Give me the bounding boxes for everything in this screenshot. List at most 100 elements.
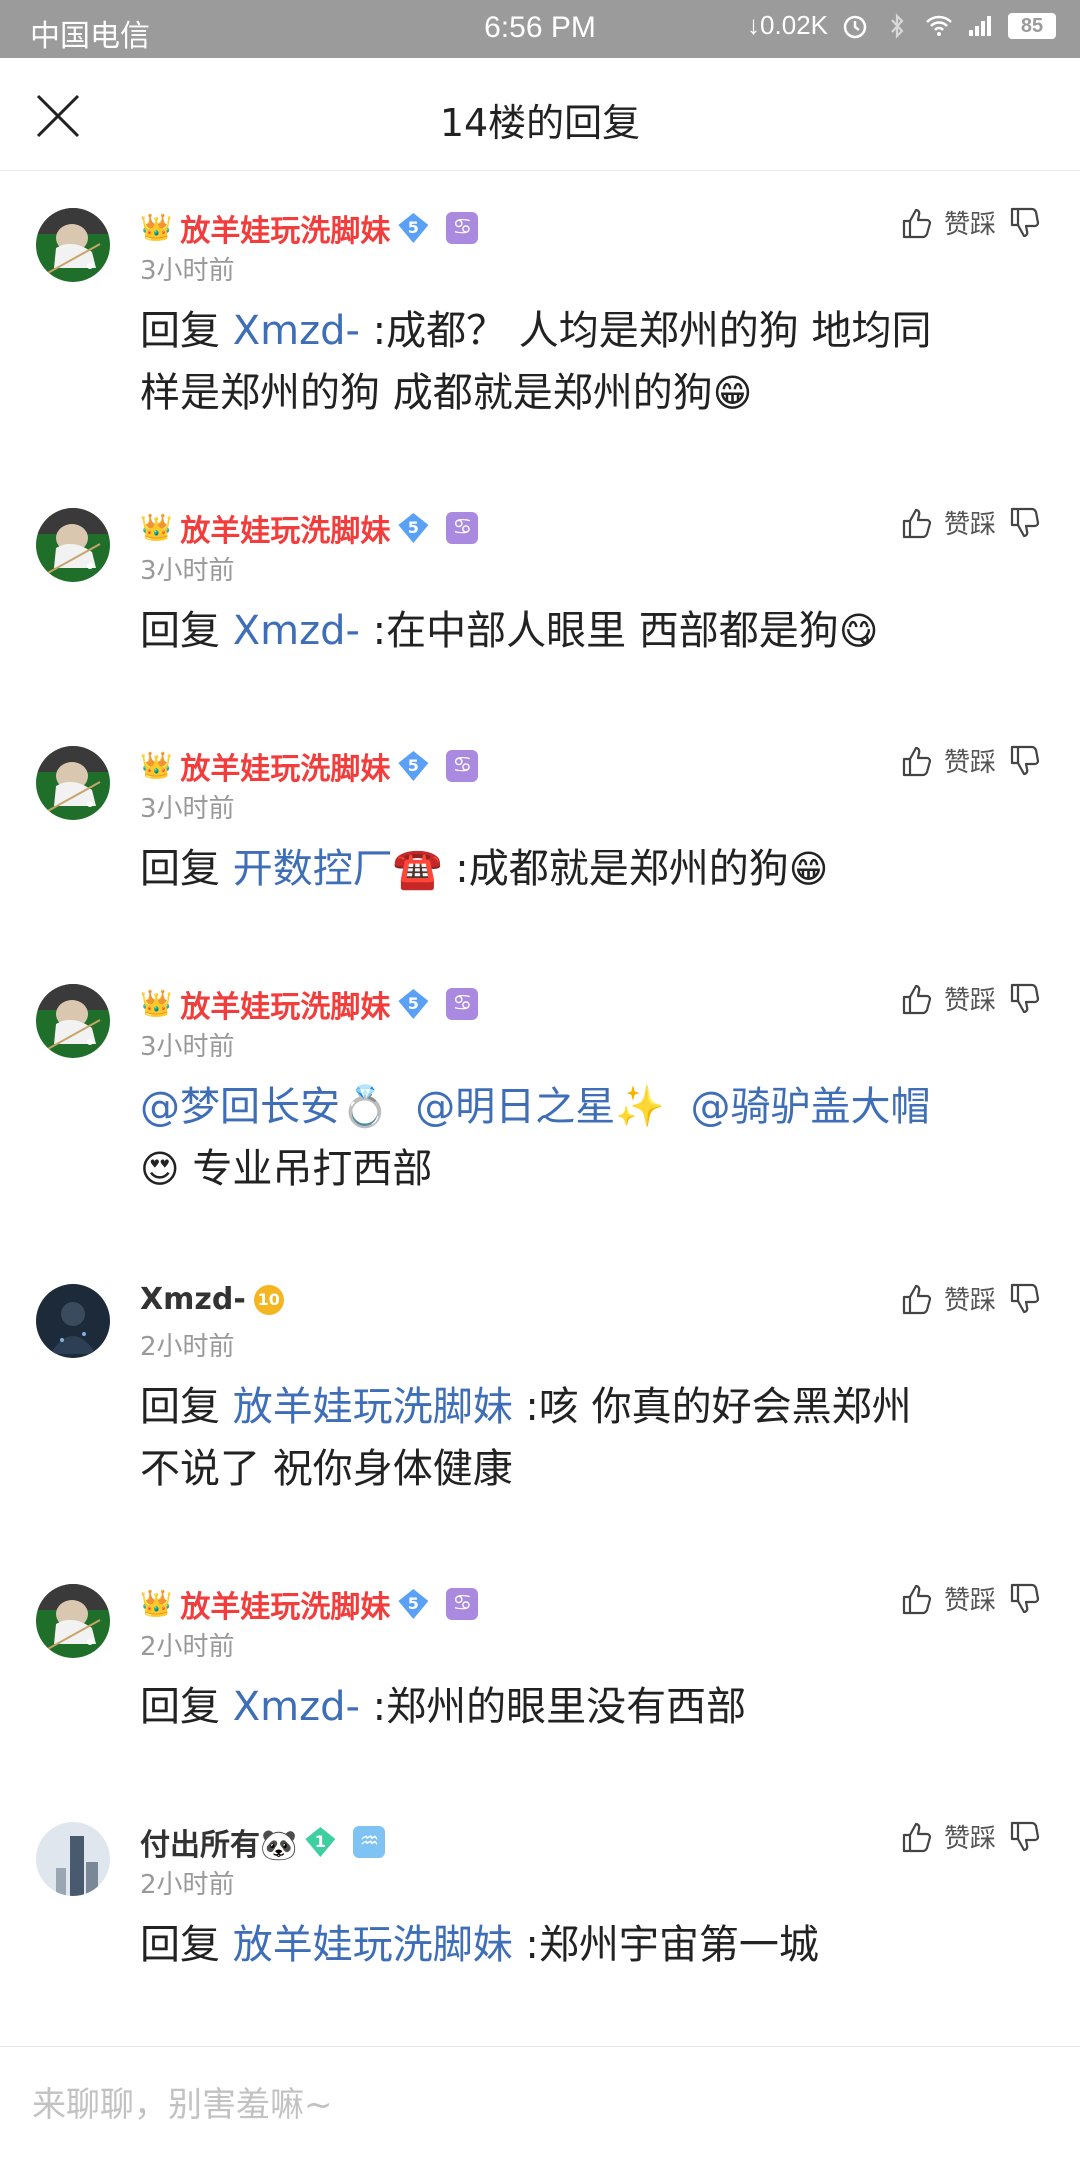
comment-input[interactable] (30, 2047, 1034, 2163)
reply-content: 回复 开数控厂☎️ :成都就是郑州的狗😁 (140, 838, 1040, 900)
thumbs-down-icon[interactable] (1006, 505, 1042, 541)
like-dislike-label: 赞踩 (943, 986, 996, 1016)
thumbs-down-icon[interactable] (1006, 205, 1042, 241)
reply-text: :成都就是郑州的狗 (442, 846, 789, 892)
reply-prefix: 回复 (140, 1684, 233, 1730)
thumbs-down-icon[interactable] (1006, 981, 1042, 1017)
thumbs-up-icon[interactable] (898, 205, 934, 241)
reply-content: 回复 放羊娃玩洗脚妹 :郑州宇宙第一城 (140, 1914, 1040, 1976)
reply-item: 👑 放羊娃玩洗脚妹 5 ♋ 3小时前 赞踩 回复 Xmzd- :在中部人眼里 西… (0, 470, 1080, 708)
thumbs-down-icon[interactable] (1006, 1281, 1042, 1317)
heart-eyes-emoji: 😍 (140, 1147, 180, 1191)
like-dislike-label: 赞踩 (943, 1824, 996, 1854)
reply-text: 样是郑州的狗 成都就是郑州的狗 (140, 370, 713, 416)
diamond-level-icon: 5 (398, 989, 429, 1019)
reply-content: @梦回长安💍 @明日之星✨ @骑驴盖大帽 😍 专业吊打西部 (140, 1076, 1040, 1200)
user-line: 👑 放羊娃玩洗脚妹 5 ♋ (140, 206, 479, 250)
username[interactable]: 放羊娃玩洗脚妹 (180, 506, 390, 550)
timestamp: 3小时前 (140, 256, 235, 286)
gold-level-icon: 10 (253, 1284, 284, 1315)
thumbs-up-icon[interactable] (898, 1281, 934, 1317)
alarm-icon (843, 15, 867, 38)
username[interactable]: 放羊娃玩洗脚妹 (180, 1582, 390, 1626)
reply-item: 👑 放羊娃玩洗脚妹 5 ♋ 2小时前 赞踩 回复 Xmzd- :郑州的眼里没有西… (0, 1546, 1080, 1784)
grin-emoji: 😁 (788, 847, 829, 891)
reply-prefix: 回复 (140, 1922, 233, 1968)
diamond-level-icon: 5 (398, 213, 429, 243)
username[interactable]: Xmzd- (140, 1282, 246, 1317)
reaction-bar: 赞踩 (898, 742, 1042, 779)
avatar[interactable] (36, 746, 110, 820)
reply-text: :咳 你真的好会黑郑州 (512, 1384, 912, 1430)
thumbs-up-icon[interactable] (898, 981, 934, 1017)
thumbs-up-icon[interactable] (898, 743, 934, 779)
thumbs-up-icon[interactable] (898, 505, 934, 541)
cancer-sign-icon: ♋ (446, 750, 479, 782)
avatar[interactable] (36, 1822, 110, 1896)
thumbs-down-icon[interactable] (1006, 743, 1042, 779)
timestamp: 2小时前 (140, 1870, 235, 1900)
mention-link[interactable]: 放羊娃玩洗脚妹 (233, 1922, 513, 1968)
reply-content: 回复 Xmzd- :郑州的眼里没有西部 (140, 1676, 1040, 1738)
avatar[interactable] (36, 1584, 110, 1658)
like-dislike-label: 赞踩 (943, 510, 996, 540)
mention-link[interactable]: @明日之星✨ (415, 1084, 665, 1130)
username[interactable]: 放羊娃玩洗脚妹 (180, 982, 390, 1026)
reply-prefix: 回复 (140, 846, 233, 892)
bluetooth-icon (891, 12, 904, 39)
green-level-icon: 1 (305, 1827, 336, 1857)
like-dislike-label: 赞踩 (943, 748, 996, 778)
reaction-bar: 赞踩 (898, 504, 1042, 541)
mention-link[interactable]: @梦回长安💍 (140, 1084, 390, 1130)
mention-link[interactable]: 放羊娃玩洗脚妹 (233, 1384, 513, 1430)
timestamp: 3小时前 (140, 794, 235, 824)
thumbs-up-icon[interactable] (898, 1581, 934, 1617)
username[interactable]: 付出所有🐼 (140, 1820, 297, 1864)
reaction-bar: 赞踩 (898, 1818, 1042, 1855)
signal-icon (969, 15, 991, 36)
timestamp: 3小时前 (140, 556, 235, 586)
mention-link[interactable]: Xmzd- (233, 608, 360, 654)
mention-link[interactable]: 开数控厂☎️ (233, 846, 443, 892)
crown-icon: 👑 (140, 213, 173, 243)
user-line: 👑 放羊娃玩洗脚妹 5 ♋ (140, 506, 479, 550)
status-bar: 中国电信 6:56 PM ↓0.02K 85 (0, 0, 1080, 58)
thumbs-down-icon[interactable] (1006, 1819, 1042, 1855)
avatar[interactable] (36, 984, 110, 1058)
mention-link[interactable]: Xmzd- (233, 308, 360, 354)
thumbs-up-icon[interactable] (898, 1819, 934, 1855)
reply-content: 回复 Xmzd- :成都？ 人均是郑州的狗 地均同 样是郑州的狗 成都就是郑州的… (140, 300, 1040, 424)
reply-text: :郑州的眼里没有西部 (359, 1684, 747, 1730)
user-line: Xmzd- 10 (140, 1282, 284, 1317)
net-speed: ↓0.02K (747, 10, 828, 40)
like-dislike-label: 赞踩 (943, 1286, 996, 1316)
battery-indicator: 85 (1008, 12, 1056, 39)
reply-text: 不说了 祝你身体健康 (140, 1446, 513, 1492)
username[interactable]: 放羊娃玩洗脚妹 (180, 744, 390, 788)
mention-link[interactable]: @骑驴盖大帽 (691, 1084, 931, 1130)
avatar[interactable] (36, 508, 110, 582)
page-header: 14楼的回复 (0, 58, 1080, 171)
user-line: 👑 放羊娃玩洗脚妹 5 ♋ (140, 982, 479, 1026)
cancer-sign-icon: ♋ (446, 1588, 479, 1620)
like-dislike-label: 赞踩 (943, 1586, 996, 1616)
cancer-sign-icon: ♋ (446, 988, 479, 1020)
cancer-sign-icon: ♋ (446, 512, 479, 544)
reply-text: :郑州宇宙第一城 (512, 1922, 819, 1968)
mention-link[interactable]: Xmzd- (233, 1684, 360, 1730)
user-line: 👑 放羊娃玩洗脚妹 5 ♋ (140, 1582, 479, 1626)
avatar[interactable] (36, 1284, 110, 1358)
reaction-bar: 赞踩 (898, 204, 1042, 241)
reply-prefix: 回复 (140, 308, 233, 354)
reply-text: :成都？ 人均是郑州的狗 地均同 (359, 308, 932, 354)
avatar[interactable] (36, 208, 110, 282)
comment-input-bar (0, 2046, 1080, 2163)
reply-content: 回复 Xmzd- :在中部人眼里 西部都是狗😋 (140, 600, 1040, 662)
reply-item: Xmzd- 10 2小时前 赞踩 回复 放羊娃玩洗脚妹 :咳 你真的好会黑郑州 … (0, 1246, 1080, 1546)
crown-icon: 👑 (140, 1589, 173, 1619)
timestamp: 2小时前 (140, 1632, 235, 1662)
thumbs-down-icon[interactable] (1006, 1581, 1042, 1617)
reply-text: 专业吊打西部 (179, 1146, 433, 1192)
diamond-level-icon: 5 (398, 1589, 429, 1619)
username[interactable]: 放羊娃玩洗脚妹 (180, 206, 390, 250)
